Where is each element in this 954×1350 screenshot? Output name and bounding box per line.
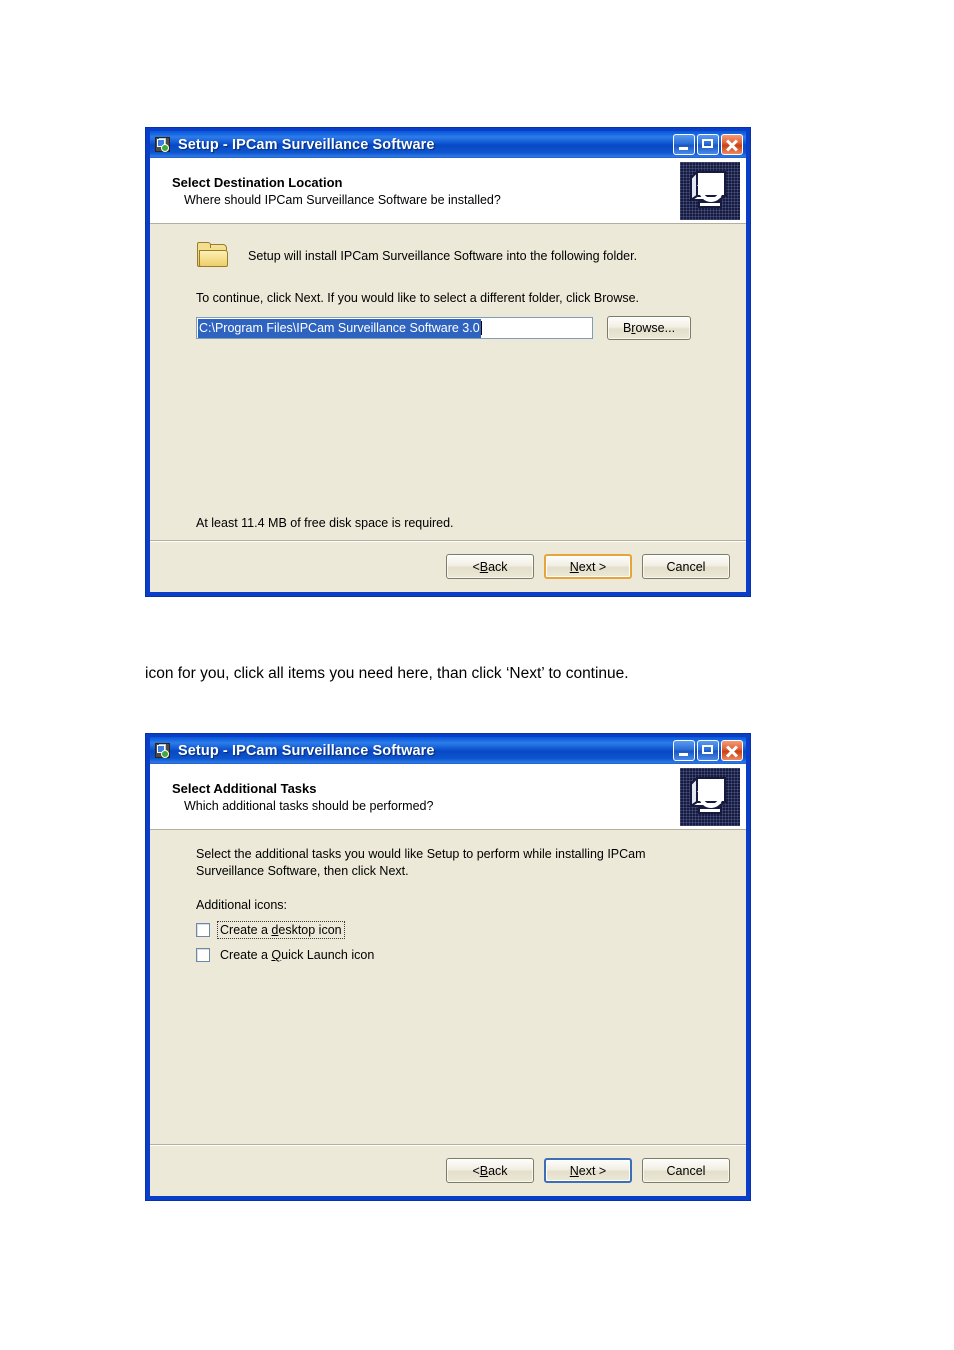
back-label-post: ack <box>488 1163 508 1178</box>
cancel-button[interactable]: Cancel <box>642 1158 730 1183</box>
next-label-accel: N <box>569 1163 579 1178</box>
installer-banner-icon <box>680 161 740 220</box>
page-title: Select Additional Tasks <box>172 780 317 796</box>
cancel-label: Cancel <box>666 559 706 574</box>
label-pre: Create a <box>220 948 272 962</box>
back-label-accel: B <box>479 559 489 574</box>
additional-tasks-intro: Select the additional tasks you would li… <box>196 847 646 878</box>
page-title: Select Destination Location <box>172 174 343 190</box>
cancel-button[interactable]: Cancel <box>642 554 730 579</box>
back-label-post: ack <box>488 559 508 574</box>
minimize-icon[interactable] <box>673 740 695 761</box>
body-paragraph: icon for you, click all items you need h… <box>145 665 629 682</box>
titlebar: Setup - IPCam Surveillance Software <box>150 737 746 764</box>
page-subtitle: Which additional tasks should be perform… <box>184 798 434 813</box>
wizard-header: Select Destination Location Where should… <box>150 158 746 224</box>
setup-installer-icon <box>154 742 172 760</box>
maximize-icon[interactable] <box>697 134 719 155</box>
label-post: esktop icon <box>278 923 342 937</box>
next-label-post: ext > <box>578 559 607 574</box>
browse-button[interactable]: Br owse... <box>607 316 691 340</box>
window-controls <box>673 740 743 761</box>
maximize-icon[interactable] <box>697 740 719 761</box>
setup-window-destination-location: Setup - IPCam Surveillance Software Sele… <box>145 127 751 597</box>
back-button[interactable]: < Back <box>446 1158 534 1183</box>
text-caret <box>480 321 482 335</box>
next-label-post: ext > <box>578 1163 607 1178</box>
window-body: Select Additional Tasks Which additional… <box>150 764 746 1196</box>
additional-icons-group-label: Additional icons: <box>196 898 288 912</box>
close-icon[interactable] <box>721 134 743 155</box>
back-label-pre: < <box>472 1163 480 1178</box>
back-label-accel: B <box>479 1163 489 1178</box>
installer-banner-icon <box>680 767 740 826</box>
disk-space-note: At least 11.4 MB of free disk space is r… <box>196 516 454 530</box>
cancel-label: Cancel <box>666 1163 706 1178</box>
next-button[interactable]: Next > <box>544 1158 632 1183</box>
minimize-icon[interactable] <box>673 134 695 155</box>
window-controls <box>673 134 743 155</box>
button-bar: < Back Next > Cancel <box>150 1144 746 1196</box>
label-post: uick Launch icon <box>281 948 375 962</box>
folder-info-row: Setup will install IPCam Surveillance So… <box>196 242 726 269</box>
setup-window-additional-tasks: Setup - IPCam Surveillance Software Sele… <box>145 733 751 1201</box>
checkbox-row-desktop-icon[interactable]: Create a desktop icon <box>196 921 726 939</box>
setup-installer-icon <box>154 136 172 154</box>
back-label-pre: < <box>472 559 480 574</box>
install-folder-text: Setup will install IPCam Surveillance So… <box>248 248 638 263</box>
label-accel: Q <box>271 948 282 962</box>
next-label-accel: N <box>569 559 579 574</box>
window-title: Setup - IPCam Surveillance Software <box>178 136 435 153</box>
close-icon[interactable] <box>721 740 743 761</box>
page-subtitle: Where should IPCam Surveillance Software… <box>184 192 501 207</box>
browse-label-post: owse... <box>635 321 676 335</box>
checkbox-desktop-icon[interactable] <box>196 923 210 937</box>
window-body: Select Destination Location Where should… <box>150 158 746 592</box>
checkbox-quick-launch-icon[interactable] <box>196 948 210 962</box>
label-pre: Create a <box>220 923 272 937</box>
browse-label-pre: B <box>622 321 632 335</box>
next-button[interactable]: Next > <box>544 554 632 579</box>
page-content: Setup will install IPCam Surveillance So… <box>150 224 746 540</box>
wizard-header: Select Additional Tasks Which additional… <box>150 764 746 830</box>
destination-path-row: C:\Program Files\IPCam Surveillance Soft… <box>196 316 726 340</box>
destination-path-value: C:\Program Files\IPCam Surveillance Soft… <box>198 318 481 338</box>
page-content: Select the additional tasks you would li… <box>150 830 746 1144</box>
titlebar: Setup - IPCam Surveillance Software <box>150 131 746 158</box>
folder-icon <box>196 242 230 269</box>
checkbox-quick-launch-icon-label[interactable]: Create a Quick Launch icon <box>218 947 376 963</box>
continue-instruction-text: To continue, click Next. If you would li… <box>196 291 640 305</box>
back-button[interactable]: < Back <box>446 554 534 579</box>
window-title: Setup - IPCam Surveillance Software <box>178 742 435 759</box>
checkbox-desktop-icon-label[interactable]: Create a desktop icon <box>217 921 345 939</box>
destination-path-input[interactable]: C:\Program Files\IPCam Surveillance Soft… <box>196 317 593 339</box>
button-bar: < Back Next > Cancel <box>150 540 746 592</box>
checkbox-row-quick-launch-icon[interactable]: Create a Quick Launch icon <box>196 947 726 963</box>
